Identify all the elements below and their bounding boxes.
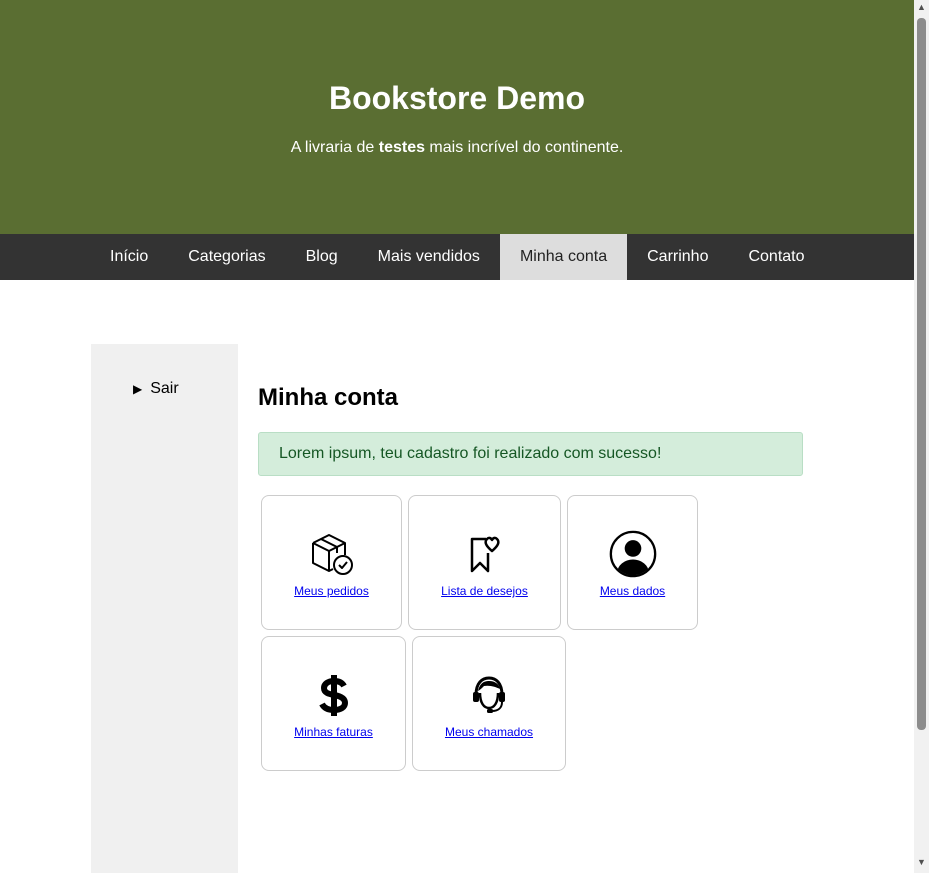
page-title: Minha conta <box>258 384 399 411</box>
scroll-up-arrow-icon[interactable]: ▲ <box>917 2 926 12</box>
account-sidebar: ▶ Sair <box>91 344 238 873</box>
scrollbar-thumb[interactable] <box>917 18 926 730</box>
scroll-down-arrow-icon[interactable]: ▼ <box>917 857 926 867</box>
nav-item-categorias[interactable]: Categorias <box>168 234 285 280</box>
card-link-minhas-faturas[interactable]: Minhas faturas <box>294 725 373 739</box>
card-minhas-faturas[interactable]: Minhas faturas <box>261 636 406 771</box>
card-meus-dados[interactable]: Meus dados <box>567 495 698 630</box>
nav-item-carrinho[interactable]: Carrinho <box>627 234 728 280</box>
card-link-meus-pedidos[interactable]: Meus pedidos <box>294 584 369 598</box>
triangle-right-icon: ▶ <box>133 382 143 396</box>
headset-icon <box>465 671 513 719</box>
success-alert: Lorem ipsum, teu cadastro foi realizado … <box>258 432 803 476</box>
account-main: Minha conta Lorem ipsum, teu cadastro fo… <box>258 344 803 476</box>
nav-item-contato[interactable]: Contato <box>728 234 824 280</box>
card-meus-pedidos[interactable]: Meus pedidos <box>261 495 402 630</box>
site-tagline: A livraria de testes mais incrível do co… <box>0 139 914 157</box>
card-link-meus-chamados[interactable]: Meus chamados <box>445 725 533 739</box>
card-meus-chamados[interactable]: Meus chamados <box>412 636 566 771</box>
page: Bookstore Demo A livraria de testes mais… <box>0 0 914 873</box>
sidebar-item-sair[interactable]: ▶ Sair <box>133 380 179 398</box>
main-nav: Início Categorias Blog Mais vendidos Min… <box>0 234 914 280</box>
bookmark-heart-icon <box>461 530 509 578</box>
tagline-bold: testes <box>378 139 425 156</box>
nav-item-mais-vendidos[interactable]: Mais vendidos <box>358 234 500 280</box>
card-link-meus-dados[interactable]: Meus dados <box>600 584 665 598</box>
nav-item-inicio[interactable]: Início <box>90 234 168 280</box>
dollar-icon <box>310 671 358 719</box>
sidebar-item-label: Sair <box>150 380 179 397</box>
tagline-suffix: mais incrível do continente. <box>424 139 624 156</box>
card-lista-de-desejos[interactable]: Lista de desejos <box>408 495 561 630</box>
site-title: Bookstore Demo <box>328 80 586 116</box>
nav-item-blog[interactable]: Blog <box>286 234 358 280</box>
package-check-icon <box>308 530 356 578</box>
site-header: Bookstore Demo A livraria de testes mais… <box>0 0 914 234</box>
vertical-scrollbar[interactable]: ▲ ▼ <box>914 0 929 873</box>
user-circle-icon <box>609 530 657 578</box>
card-link-lista-de-desejos[interactable]: Lista de desejos <box>441 584 528 598</box>
tagline-prefix: A livraria de <box>290 139 379 156</box>
nav-item-minha-conta[interactable]: Minha conta <box>499 234 628 280</box>
